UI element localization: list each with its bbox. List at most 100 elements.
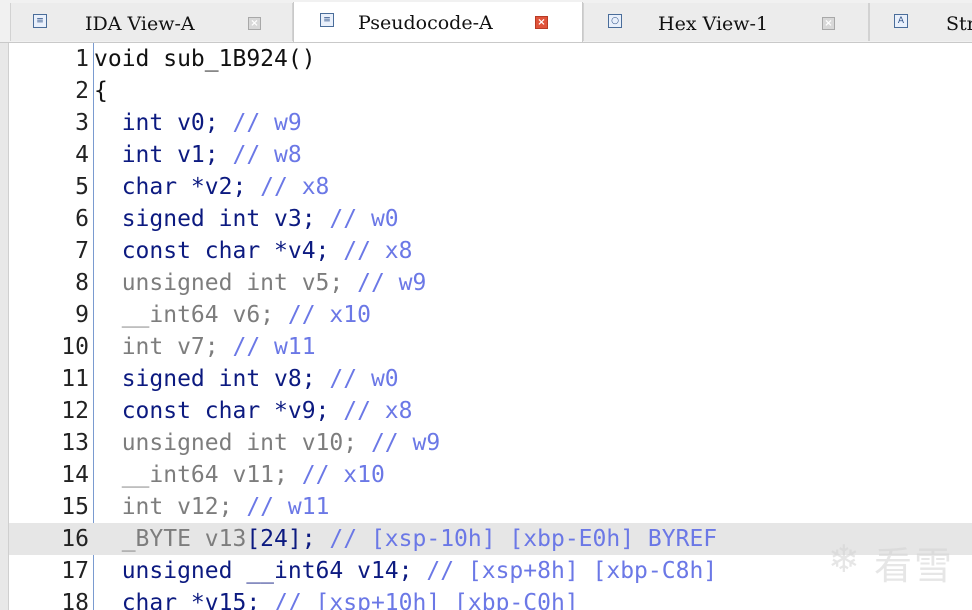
close-icon[interactable]: × bbox=[535, 16, 548, 29]
watermark: ❄ 看雪 bbox=[828, 535, 954, 588]
line-number: 9 bbox=[75, 302, 89, 328]
line-number: 5 bbox=[75, 174, 89, 200]
code-text[interactable]: signed int v3; // w0 bbox=[94, 203, 399, 235]
code-text[interactable]: int v12; // w11 bbox=[94, 491, 330, 523]
line-number: 7 bbox=[75, 238, 89, 264]
code-text[interactable]: int v1; // w8 bbox=[94, 139, 302, 171]
code-comment[interactable]: // x10 bbox=[302, 462, 385, 488]
code-comment[interactable]: // w0 bbox=[329, 206, 398, 232]
line-number: 10 bbox=[61, 334, 89, 360]
code-token[interactable]: int v1; bbox=[94, 142, 232, 168]
code-text[interactable]: char *v2; // x8 bbox=[94, 171, 330, 203]
tab-bar: ≡ IDA View-A × ≡ Pseudocode-A × ○ Hex Vi… bbox=[0, 0, 972, 43]
tab-label: Pseudocode-A bbox=[358, 12, 493, 34]
line-number: 3 bbox=[75, 110, 89, 136]
pseudocode-icon: ≡ bbox=[320, 13, 334, 27]
code-line[interactable]: 11 signed int v8; // w0 bbox=[9, 363, 972, 395]
code-comment[interactable]: // x8 bbox=[343, 398, 412, 424]
close-icon[interactable]: × bbox=[822, 17, 835, 30]
tab-hex-view-1[interactable]: ○ Hex View-1 × bbox=[583, 3, 869, 41]
code-comment[interactable]: // [xsp-10h] [xbp-E0h] BYREF bbox=[329, 526, 717, 552]
code-text[interactable]: const char *v4; // x8 bbox=[94, 235, 413, 267]
code-token[interactable]: char *v15; bbox=[94, 590, 274, 610]
line-number: 18 bbox=[61, 590, 89, 610]
code-comment[interactable]: // x10 bbox=[288, 302, 371, 328]
code-line[interactable]: 18 char *v15; // [xsp+10h] [xbp-C0h] bbox=[9, 587, 972, 610]
code-line[interactable]: 15 int v12; // w11 bbox=[9, 491, 972, 523]
left-margin-bar bbox=[0, 43, 9, 610]
ida-view-icon: ≡ bbox=[33, 14, 47, 28]
code-token[interactable]: int v12; bbox=[94, 494, 246, 520]
code-text[interactable]: __int64 v11; // x10 bbox=[94, 459, 385, 491]
code-comment[interactable]: // [xsp+8h] [xbp-C8h] bbox=[426, 558, 717, 584]
code-token[interactable]: [24]; bbox=[246, 526, 329, 552]
code-text[interactable]: _BYTE v13[24]; // [xsp-10h] [xbp-E0h] BY… bbox=[94, 523, 717, 555]
code-comment[interactable]: // w8 bbox=[232, 142, 301, 168]
code-token[interactable]: __int64 v6; bbox=[94, 302, 288, 328]
code-line[interactable]: 3 int v0; // w9 bbox=[9, 107, 972, 139]
code-comment[interactable]: // x8 bbox=[343, 238, 412, 264]
code-line[interactable]: 14 __int64 v11; // x10 bbox=[9, 459, 972, 491]
code-token[interactable]: const char *v9; bbox=[94, 398, 343, 424]
code-text[interactable]: unsigned int v10; // w9 bbox=[94, 427, 441, 459]
code-comment[interactable]: // [xsp+10h] [xbp-C0h] bbox=[274, 590, 579, 610]
code-text[interactable]: const char *v9; // x8 bbox=[94, 395, 413, 427]
code-line[interactable]: 1 void sub_1B924() bbox=[9, 43, 972, 75]
code-line[interactable]: 9 __int64 v6; // x10 bbox=[9, 299, 972, 331]
code-text[interactable]: { bbox=[94, 75, 108, 107]
code-token[interactable]: void sub_1B924() bbox=[94, 46, 316, 72]
line-number: 6 bbox=[75, 206, 89, 232]
code-token[interactable]: const char *v4; bbox=[94, 238, 343, 264]
code-comment[interactable]: // w11 bbox=[232, 334, 315, 360]
code-line[interactable]: 8 unsigned int v5; // w9 bbox=[9, 267, 972, 299]
code-line[interactable]: 13 unsigned int v10; // w9 bbox=[9, 427, 972, 459]
watermark-text: 看雪 bbox=[873, 544, 954, 588]
code-comment[interactable]: // x8 bbox=[260, 174, 329, 200]
code-line[interactable]: 6 signed int v3; // w0 bbox=[9, 203, 972, 235]
code-token[interactable]: unsigned __int64 v14; bbox=[94, 558, 426, 584]
line-number: 16 bbox=[61, 526, 89, 552]
code-line[interactable]: 2{ bbox=[9, 75, 972, 107]
code-token[interactable]: { bbox=[94, 78, 108, 104]
tab-pseudocode-a[interactable]: ≡ Pseudocode-A × bbox=[293, 2, 583, 42]
code-token[interactable]: signed int v8; bbox=[94, 366, 329, 392]
code-line[interactable]: 4 int v1; // w8 bbox=[9, 139, 972, 171]
code-comment[interactable]: // w9 bbox=[357, 270, 426, 296]
code-token[interactable]: unsigned int v5; bbox=[94, 270, 357, 296]
code-token[interactable]: char *v2; bbox=[94, 174, 260, 200]
code-comment[interactable]: // w11 bbox=[246, 494, 329, 520]
code-token[interactable]: unsigned int v10; bbox=[94, 430, 371, 456]
line-number: 12 bbox=[61, 398, 89, 424]
tab-label: Hex View-1 bbox=[658, 13, 769, 35]
code-text[interactable]: unsigned __int64 v14; // [xsp+8h] [xbp-C… bbox=[94, 555, 717, 587]
code-token[interactable]: int v0; bbox=[94, 110, 232, 136]
code-text[interactable]: int v0; // w9 bbox=[94, 107, 302, 139]
code-token[interactable]: int v7; bbox=[94, 334, 232, 360]
code-line[interactable]: 12 const char *v9; // x8 bbox=[9, 395, 972, 427]
code-text[interactable]: __int64 v6; // x10 bbox=[94, 299, 371, 331]
line-number: 1 bbox=[75, 46, 89, 72]
code-text[interactable]: int v7; // w11 bbox=[94, 331, 316, 363]
code-line[interactable]: 5 char *v2; // x8 bbox=[9, 171, 972, 203]
code-text[interactable]: void sub_1B924() bbox=[94, 43, 316, 75]
code-comment[interactable]: // w0 bbox=[329, 366, 398, 392]
code-text[interactable]: char *v15; // [xsp+10h] [xbp-C0h] bbox=[94, 587, 579, 610]
code-line[interactable]: 10 int v7; // w11 bbox=[9, 331, 972, 363]
code-token[interactable]: signed int v3; bbox=[94, 206, 329, 232]
code-line[interactable]: 7 const char *v4; // x8 bbox=[9, 235, 972, 267]
tab-strings[interactable]: A Str bbox=[869, 3, 972, 41]
code-comment[interactable]: // w9 bbox=[371, 430, 440, 456]
hex-view-icon: ○ bbox=[608, 14, 622, 28]
tab-ida-view-a[interactable]: ≡ IDA View-A × bbox=[10, 3, 293, 41]
close-icon[interactable]: × bbox=[248, 17, 261, 30]
code-text[interactable]: signed int v8; // w0 bbox=[94, 363, 399, 395]
code-comment[interactable]: // w9 bbox=[232, 110, 301, 136]
tab-label: Str bbox=[946, 13, 972, 35]
code-token[interactable]: _BYTE v13 bbox=[94, 526, 247, 552]
strings-icon: A bbox=[894, 14, 908, 28]
tab-label: IDA View-A bbox=[85, 13, 195, 35]
code-text[interactable]: unsigned int v5; // w9 bbox=[94, 267, 427, 299]
code-token[interactable]: __int64 v11; bbox=[94, 462, 302, 488]
line-number: 2 bbox=[75, 78, 89, 104]
pseudocode-editor[interactable]: 1 void sub_1B924() 2{3 int v0; // w9 4 int … bbox=[9, 43, 972, 610]
